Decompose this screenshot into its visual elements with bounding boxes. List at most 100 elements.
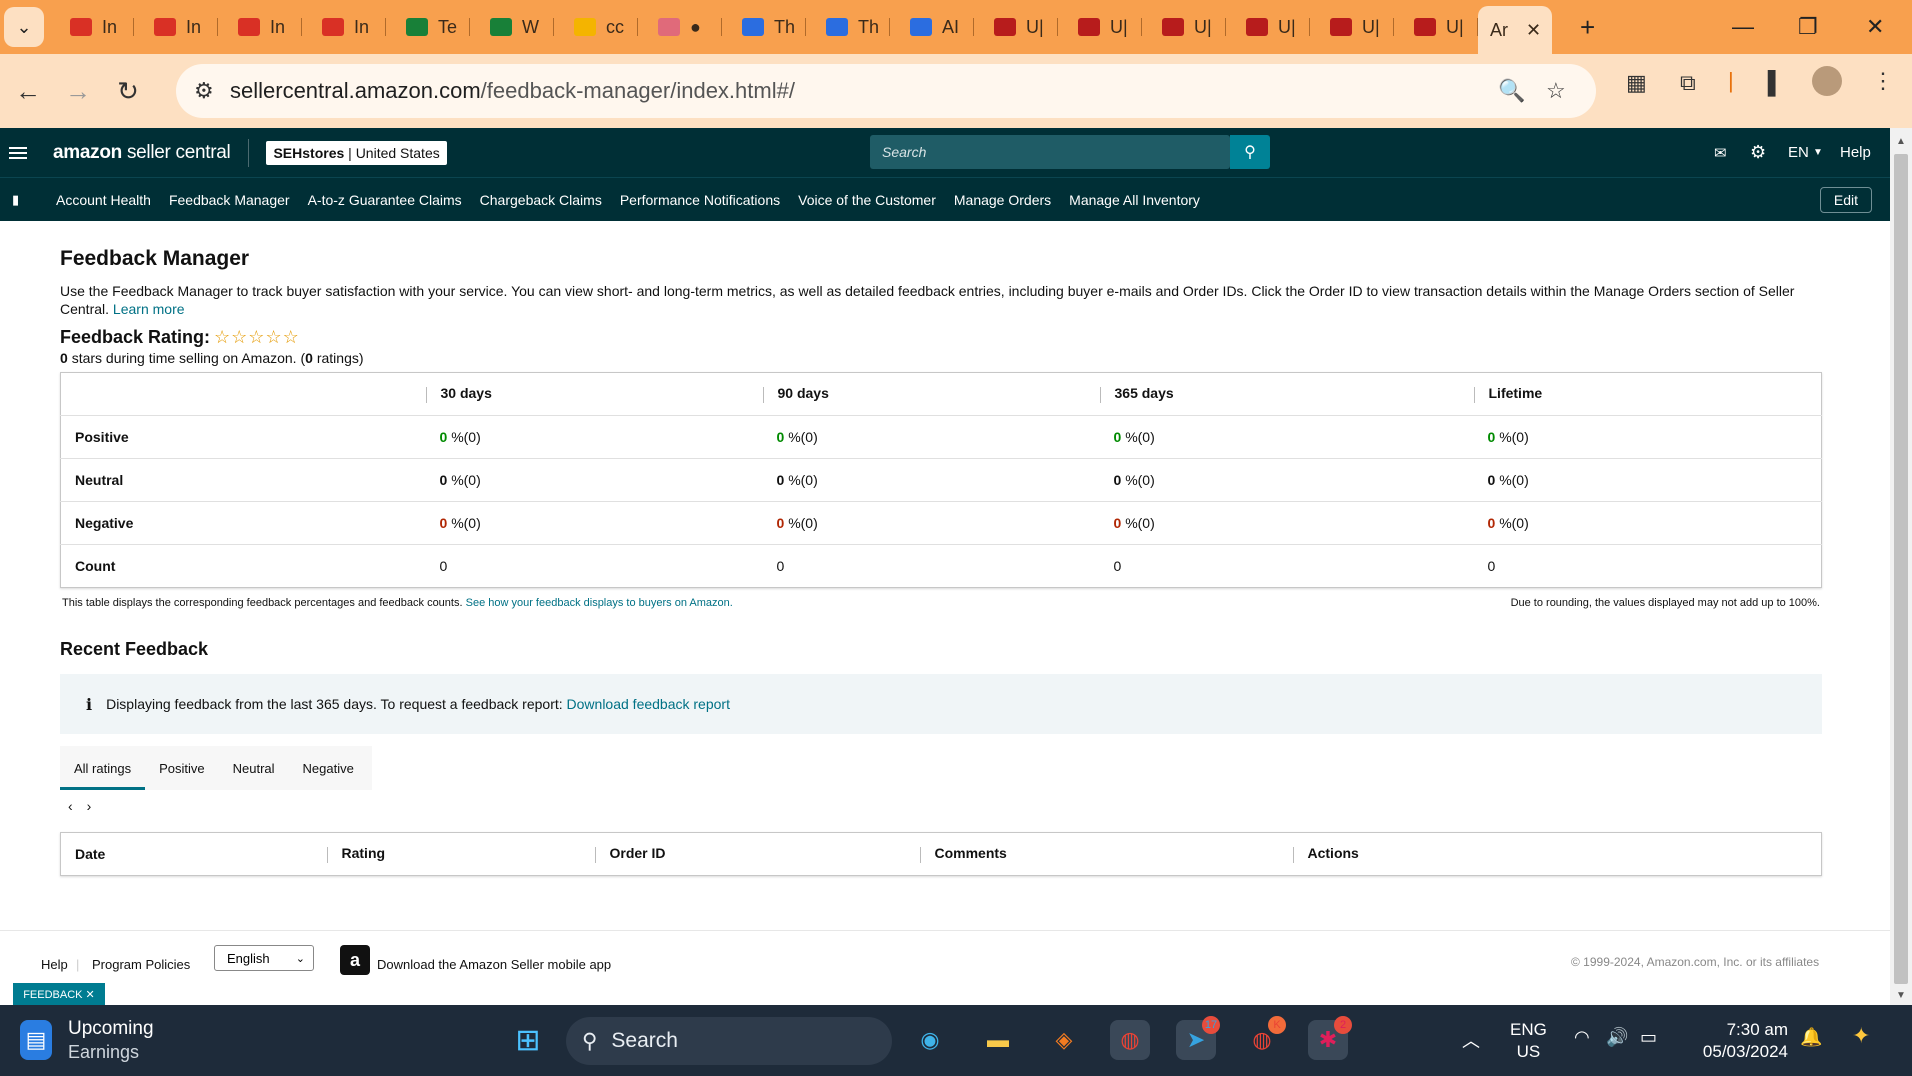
table-cell: 0 %(0) — [762, 415, 1100, 459]
browser-menu-icon[interactable]: ⋮ — [1872, 68, 1894, 94]
settings-gear-icon[interactable]: ⚙ — [1750, 128, 1766, 177]
browser-tab[interactable]: U| — [1310, 8, 1394, 46]
show-hidden-icons[interactable]: ︿ — [1462, 1027, 1480, 1053]
bookmark-star-icon[interactable]: ☆ — [1546, 78, 1566, 104]
seller-central-logo[interactable]: amazon seller central — [53, 142, 231, 164]
restore-button[interactable]: ❐ — [1798, 0, 1818, 54]
tab-search-button[interactable]: ⌄ — [4, 7, 44, 47]
widgets-icon[interactable]: ▤ — [20, 1020, 52, 1060]
nav-item[interactable]: Chargeback Claims — [480, 192, 602, 208]
nav-item[interactable]: Account Health — [56, 192, 151, 208]
language-selector[interactable]: EN ▼ — [1788, 128, 1823, 177]
rating-tab[interactable]: All ratings — [60, 746, 146, 790]
new-tab-button[interactable]: + — [1580, 12, 1595, 43]
column-header[interactable]: Date — [61, 833, 327, 876]
bookmark-icon[interactable]: ▮ — [12, 192, 22, 208]
edit-nav-button[interactable]: Edit — [1819, 187, 1872, 213]
search-input[interactable]: Search — [870, 135, 1230, 169]
rating-tab[interactable]: Negative — [289, 746, 368, 790]
taskbar-search[interactable]: ⚲ Search — [566, 1017, 892, 1065]
nav-item[interactable]: Manage All Inventory — [1069, 192, 1200, 208]
widget-title[interactable]: Upcoming — [68, 1018, 154, 1040]
column-header[interactable]: Actions — [1292, 833, 1822, 876]
copilot-icon[interactable]: ✦ — [1852, 1023, 1870, 1049]
chrome-icon[interactable]: ◍ — [1110, 1020, 1150, 1060]
browser-tab-active[interactable]: Ar ✕ — [1478, 6, 1552, 54]
previous-page-icon[interactable]: ‹ — [68, 798, 73, 814]
mail-icon[interactable]: ✉ — [1714, 128, 1727, 177]
telegram-icon[interactable]: ➤ 17 — [1176, 1016, 1220, 1060]
profile-avatar[interactable] — [1812, 66, 1842, 96]
qr-code-icon[interactable]: ▦ — [1626, 70, 1647, 96]
wifi-icon[interactable]: ◠ — [1574, 1027, 1590, 1048]
chrome-profile-icon[interactable]: ◍ K — [1242, 1016, 1286, 1060]
clock[interactable]: 7:30 am 05/03/2024 — [1696, 1019, 1788, 1063]
page-scrollbar[interactable]: ▲ ▼ — [1890, 128, 1912, 1005]
scroll-up-icon[interactable]: ▲ — [1896, 136, 1906, 147]
zoom-icon[interactable]: 🔍 — [1498, 78, 1525, 104]
browser-tab[interactable]: Te — [386, 8, 470, 46]
notifications-bell-icon[interactable]: 🔔 — [1800, 1027, 1822, 1048]
browser-tab[interactable]: In — [302, 8, 386, 46]
browser-tab[interactable]: AI — [890, 8, 974, 46]
windows-start-icon[interactable]: ⊞ — [508, 1020, 548, 1060]
next-page-icon[interactable]: › — [87, 798, 92, 814]
nav-item[interactable]: Performance Notifications — [620, 192, 780, 208]
browser-tab[interactable]: In — [218, 8, 302, 46]
browser-tab[interactable]: U| — [1142, 8, 1226, 46]
file-explorer-icon[interactable]: ▬ — [978, 1020, 1018, 1060]
browser-tab[interactable]: cc — [554, 8, 638, 46]
site-info-icon[interactable]: ⚙ — [194, 78, 214, 104]
program-policies-link[interactable]: Program Policies — [92, 957, 190, 972]
address-bar[interactable]: ⚙ sellercentral.amazon.com/feedback-mana… — [176, 64, 1596, 118]
search-button[interactable]: ⚲ — [1230, 135, 1270, 169]
column-header[interactable]: Rating — [326, 833, 595, 876]
feedback-widget-button[interactable]: FEEDBACK ✕ — [13, 983, 105, 1005]
footer-language-select[interactable]: English ⌄ — [214, 945, 314, 971]
rating-tab[interactable]: Positive — [145, 746, 219, 790]
column-header[interactable]: Order ID — [594, 833, 920, 876]
battery-icon[interactable]: ▭ — [1640, 1027, 1657, 1048]
browser-tab[interactable]: U| — [1058, 8, 1142, 46]
edge-icon[interactable]: ◉ — [910, 1020, 950, 1060]
back-button[interactable]: ← — [6, 69, 50, 113]
menu-icon[interactable] — [9, 144, 27, 162]
download-app-link[interactable]: Download the Amazon Seller mobile app — [377, 957, 611, 972]
browser-tab[interactable]: U| — [1394, 8, 1478, 46]
extensions-icon[interactable]: ⧉ — [1680, 70, 1696, 96]
browser-tab[interactable]: In — [134, 8, 218, 46]
amazon-app-icon[interactable]: a — [340, 945, 370, 975]
input-language[interactable]: ENG US — [1510, 1019, 1547, 1063]
forward-button[interactable]: → — [56, 69, 100, 113]
browser-tab[interactable]: Th — [806, 8, 890, 46]
close-tab-icon[interactable]: ✕ — [1526, 20, 1541, 41]
volume-icon[interactable]: 🔊 — [1606, 1027, 1628, 1048]
close-window-button[interactable]: ✕ — [1866, 0, 1884, 54]
browser-tab[interactable]: In — [50, 8, 134, 46]
browser-tab[interactable]: Th — [722, 8, 806, 46]
browser-tab[interactable]: ● — [638, 8, 722, 46]
browser-tab[interactable]: W — [470, 8, 554, 46]
scroll-down-icon[interactable]: ▼ — [1896, 990, 1906, 1001]
brave-icon[interactable]: ◈ — [1044, 1020, 1084, 1060]
browser-tab[interactable]: U| — [974, 8, 1058, 46]
column-header[interactable]: Comments — [919, 833, 1293, 876]
nav-item[interactable]: Manage Orders — [954, 192, 1051, 208]
feedback-display-link[interactable]: See how your feedback displays to buyers… — [466, 597, 733, 609]
slack-icon[interactable]: ✱ 2 — [1308, 1016, 1352, 1060]
learn-more-link[interactable]: Learn more — [113, 301, 185, 317]
minimize-button[interactable]: — — [1732, 0, 1754, 54]
tab-favicon-icon — [910, 18, 932, 36]
footer-help-link[interactable]: Help — [41, 957, 68, 972]
nav-item[interactable]: Voice of the Customer — [798, 192, 936, 208]
nav-item[interactable]: Feedback Manager — [169, 192, 290, 208]
rating-tab[interactable]: Neutral — [219, 746, 289, 790]
help-link[interactable]: Help — [1840, 128, 1871, 177]
side-panel-icon[interactable]: ▐ — [1760, 70, 1776, 96]
scrollbar-thumb[interactable] — [1894, 154, 1908, 984]
nav-item[interactable]: A-to-z Guarantee Claims — [308, 192, 462, 208]
reload-button[interactable]: ↻ — [106, 69, 150, 113]
browser-tab[interactable]: U| — [1226, 8, 1310, 46]
store-selector[interactable]: SEHstores | United States — [266, 140, 447, 165]
download-report-link[interactable]: Download feedback report — [567, 696, 730, 712]
